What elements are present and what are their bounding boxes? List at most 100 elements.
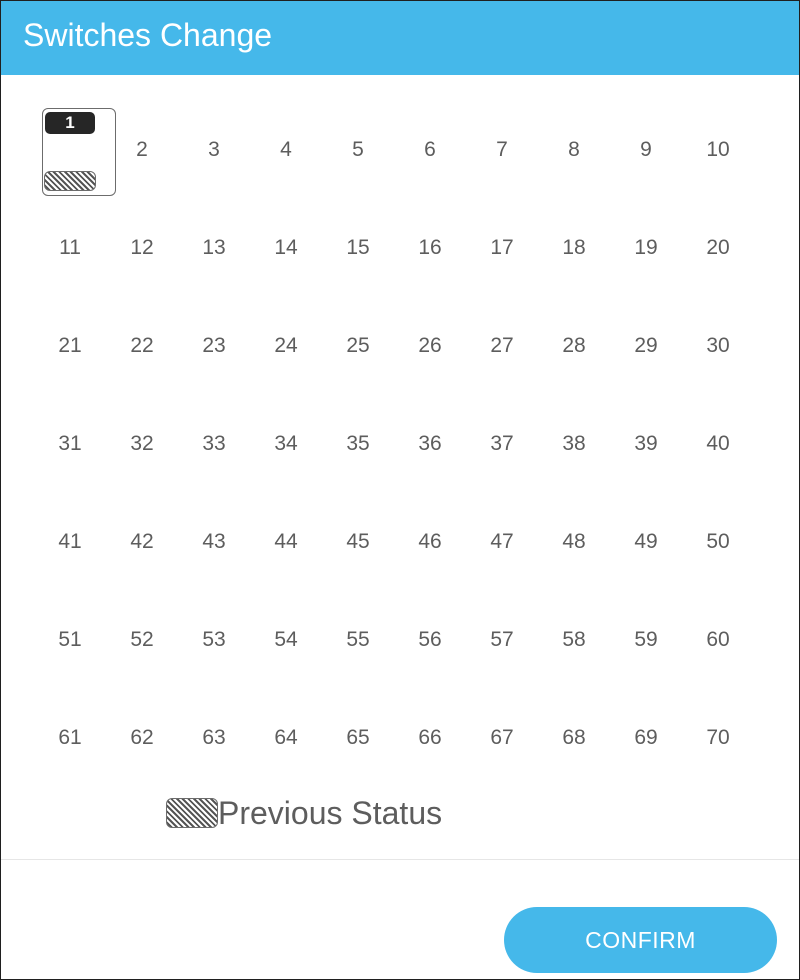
switch-47[interactable]: 47	[466, 497, 538, 595]
switch-42[interactable]: 42	[106, 497, 178, 595]
switch-11[interactable]: 11	[34, 203, 106, 301]
switch-28[interactable]: 28	[538, 301, 610, 399]
switch-number: 18	[562, 236, 586, 259]
switch-8[interactable]: 8	[538, 105, 610, 203]
switch-12[interactable]: 12	[106, 203, 178, 301]
switch-number: 23	[202, 334, 226, 357]
switch-31[interactable]: 31	[34, 399, 106, 497]
switch-40[interactable]: 40	[682, 399, 754, 497]
switch-number: 4	[280, 138, 292, 161]
switch-69[interactable]: 69	[610, 693, 682, 791]
switch-30[interactable]: 30	[682, 301, 754, 399]
switch-5[interactable]: 5	[322, 105, 394, 203]
switch-68[interactable]: 68	[538, 693, 610, 791]
switch-65[interactable]: 65	[322, 693, 394, 791]
switch-24[interactable]: 24	[250, 301, 322, 399]
switch-59[interactable]: 59	[610, 595, 682, 693]
switch-13[interactable]: 13	[178, 203, 250, 301]
switch-number: 42	[130, 530, 154, 553]
switch-number: 51	[58, 628, 82, 651]
switch-41[interactable]: 41	[34, 497, 106, 595]
switch-number: 3	[208, 138, 220, 161]
switch-53[interactable]: 53	[178, 595, 250, 693]
switch-70[interactable]: 70	[682, 693, 754, 791]
switch-number: 20	[706, 236, 730, 259]
switch-43[interactable]: 43	[178, 497, 250, 595]
switch-50[interactable]: 50	[682, 497, 754, 595]
switch-38[interactable]: 38	[538, 399, 610, 497]
switch-14[interactable]: 14	[250, 203, 322, 301]
switch-number: 25	[346, 334, 370, 357]
switch-64[interactable]: 64	[250, 693, 322, 791]
switch-62[interactable]: 62	[106, 693, 178, 791]
switch-33[interactable]: 33	[178, 399, 250, 497]
switch-44[interactable]: 44	[250, 497, 322, 595]
switch-number: 24	[274, 334, 298, 357]
switch-34[interactable]: 34	[250, 399, 322, 497]
switch-number: 64	[274, 726, 298, 749]
switch-26[interactable]: 26	[394, 301, 466, 399]
switch-35[interactable]: 35	[322, 399, 394, 497]
switch-number: 70	[706, 726, 730, 749]
switch-37[interactable]: 37	[466, 399, 538, 497]
switch-45[interactable]: 45	[322, 497, 394, 595]
switch-number: 53	[202, 628, 226, 651]
switch-7[interactable]: 7	[466, 105, 538, 203]
switch-number: 57	[490, 628, 514, 651]
switch-22[interactable]: 22	[106, 301, 178, 399]
switch-51[interactable]: 51	[34, 595, 106, 693]
switch-19[interactable]: 19	[610, 203, 682, 301]
switch-9[interactable]: 9	[610, 105, 682, 203]
switch-20[interactable]: 20	[682, 203, 754, 301]
switch-number: 49	[634, 530, 658, 553]
switch-56[interactable]: 56	[394, 595, 466, 693]
switch-36[interactable]: 36	[394, 399, 466, 497]
switch-1[interactable]: 1	[34, 105, 116, 203]
switch-52[interactable]: 52	[106, 595, 178, 693]
switch-10[interactable]: 10	[682, 105, 754, 203]
switch-46[interactable]: 46	[394, 497, 466, 595]
switch-number: 37	[490, 432, 514, 455]
switch-61[interactable]: 61	[34, 693, 106, 791]
switch-number: 30	[706, 334, 730, 357]
switch-3[interactable]: 3	[178, 105, 250, 203]
switch-48[interactable]: 48	[538, 497, 610, 595]
switch-63[interactable]: 63	[178, 693, 250, 791]
switch-25[interactable]: 25	[322, 301, 394, 399]
switch-number: 10	[706, 138, 730, 161]
switch-32[interactable]: 32	[106, 399, 178, 497]
switch-6[interactable]: 6	[394, 105, 466, 203]
switch-29[interactable]: 29	[610, 301, 682, 399]
switch-55[interactable]: 55	[322, 595, 394, 693]
switch-4[interactable]: 4	[250, 105, 322, 203]
switch-17[interactable]: 17	[466, 203, 538, 301]
switch-66[interactable]: 66	[394, 693, 466, 791]
switch-27[interactable]: 27	[466, 301, 538, 399]
switch-number: 38	[562, 432, 586, 455]
switch-15[interactable]: 15	[322, 203, 394, 301]
switch-57[interactable]: 57	[466, 595, 538, 693]
switch-number: 40	[706, 432, 730, 455]
confirm-button[interactable]: CONFIRM	[504, 907, 777, 973]
switch-number: 63	[202, 726, 226, 749]
switch-18[interactable]: 18	[538, 203, 610, 301]
switch-16[interactable]: 16	[394, 203, 466, 301]
switch-number: 41	[58, 530, 82, 553]
switch-21[interactable]: 21	[34, 301, 106, 399]
switch-number: 36	[418, 432, 442, 455]
switch-2[interactable]: 2	[106, 105, 178, 203]
switch-number: 2	[136, 138, 148, 161]
switch-60[interactable]: 60	[682, 595, 754, 693]
switch-number: 15	[346, 236, 370, 259]
switch-23[interactable]: 23	[178, 301, 250, 399]
switch-number: 9	[640, 138, 652, 161]
switch-number: 26	[418, 334, 442, 357]
switch-58[interactable]: 58	[538, 595, 610, 693]
switch-54[interactable]: 54	[250, 595, 322, 693]
switch-49[interactable]: 49	[610, 497, 682, 595]
switch-39[interactable]: 39	[610, 399, 682, 497]
switch-number: 47	[490, 530, 514, 553]
switch-67[interactable]: 67	[466, 693, 538, 791]
switch-number: 21	[58, 334, 82, 357]
switch-number: 55	[346, 628, 370, 651]
